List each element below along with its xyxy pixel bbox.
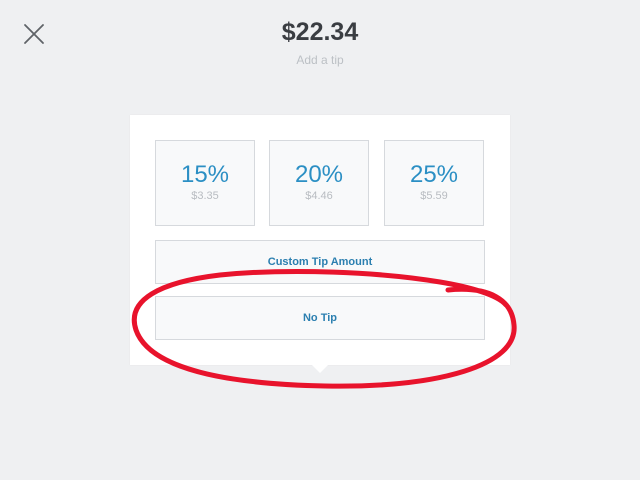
popover-caret (312, 365, 328, 373)
tip-amount: $5.59 (420, 190, 448, 202)
tip-percent: 20% (294, 161, 344, 188)
tip-amount: $4.46 (305, 190, 333, 202)
tip-option-15[interactable]: 15% $3.35 (155, 140, 255, 226)
custom-tip-button[interactable]: Custom Tip Amount (155, 240, 485, 284)
no-tip-button[interactable]: No Tip (155, 296, 485, 340)
tip-amount: $3.35 (191, 190, 219, 202)
add-tip-subtitle: Add a tip (296, 53, 344, 67)
tip-card: 15% $3.35 20% $4.46 25% $5.59 Custom Tip… (130, 115, 510, 365)
tip-percent: 15% (180, 161, 230, 188)
tip-option-25[interactable]: 25% $5.59 (384, 140, 484, 226)
tip-screen: $22.34 Add a tip 15% $3.35 20% $4.46 25%… (0, 0, 640, 480)
tip-option-20[interactable]: 20% $4.46 (269, 140, 369, 226)
tip-percent: 25% (409, 161, 459, 188)
total-amount: $22.34 (281, 18, 359, 46)
